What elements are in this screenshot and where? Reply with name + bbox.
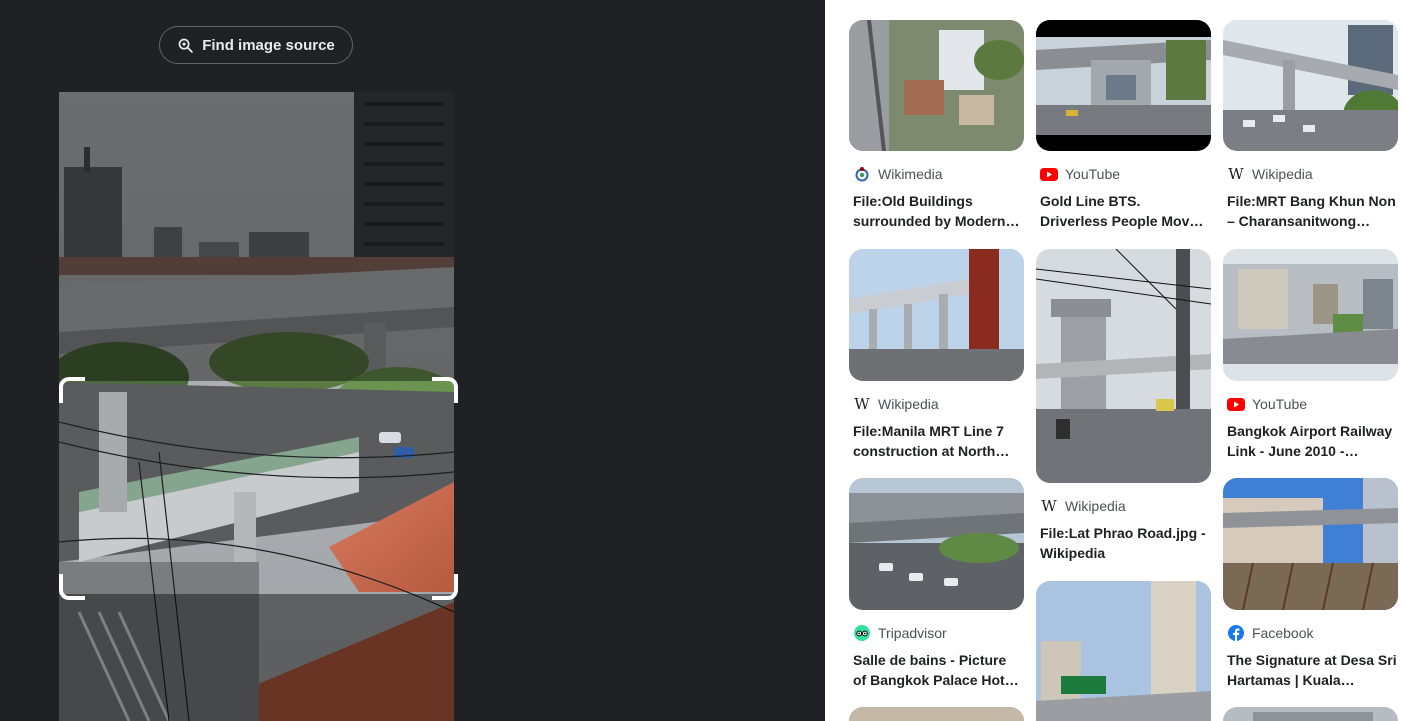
- result-card[interactable]: W Wikipedia File:Manila MRT Line 7 constr…: [849, 249, 1024, 461]
- result-card[interactable]: Wikimedia File:Old Buildings surrounded …: [849, 20, 1024, 231]
- youtube-icon: [1040, 165, 1058, 183]
- result-thumbnail[interactable]: [1223, 707, 1398, 721]
- result-card[interactable]: Tripadvisor Salle de bains - Picture of …: [849, 478, 1024, 690]
- result-card[interactable]: [849, 707, 1024, 721]
- visual-matches-pane: Wikimedia File:Old Buildings surrounded …: [825, 0, 1404, 721]
- wikimedia-icon: [853, 165, 871, 183]
- result-card[interactable]: YouTube Gold Line BTS. Driverless People…: [1036, 20, 1211, 231]
- result-thumbnail[interactable]: [849, 20, 1024, 151]
- dim-overlay-top: [59, 92, 454, 381]
- result-thumbnail[interactable]: [1036, 249, 1211, 483]
- result-card[interactable]: [1036, 581, 1211, 721]
- result-thumbnail[interactable]: [849, 478, 1024, 610]
- result-title[interactable]: File:MRT Bang Khun Non – Charansanitwong…: [1227, 191, 1397, 231]
- dim-overlay-bottom: [59, 594, 454, 721]
- crop-handle-bottom-left[interactable]: [59, 574, 85, 600]
- result-title[interactable]: Bangkok Airport Railway Link - June 2010…: [1227, 421, 1397, 461]
- wikipedia-icon: W: [1228, 165, 1244, 183]
- result-source-label: Tripadvisor: [878, 625, 947, 641]
- result-title[interactable]: File:Lat Phrao Road.jpg - Wikipedia: [1040, 523, 1210, 563]
- result-source-label: Wikipedia: [1065, 498, 1126, 514]
- crop-handle-top-left[interactable]: [59, 377, 85, 403]
- result-source-label: YouTube: [1065, 166, 1121, 182]
- result-thumbnail[interactable]: [849, 707, 1024, 721]
- result-thumbnail[interactable]: [849, 249, 1024, 381]
- result-title[interactable]: File:Old Buildings surrounded by Modern…: [853, 191, 1023, 231]
- image-preview-pane: Find image source: [0, 0, 825, 721]
- result-thumbnail[interactable]: [1036, 20, 1211, 151]
- wikipedia-icon: W: [1041, 497, 1057, 515]
- result-title[interactable]: The Signature at Desa Sri Hartamas | Kua…: [1227, 650, 1397, 690]
- result-source-label: YouTube: [1252, 396, 1308, 412]
- result-thumbnail[interactable]: [1223, 478, 1398, 610]
- result-title[interactable]: File:Manila MRT Line 7 construction at N…: [853, 421, 1023, 461]
- lens-search-icon: [178, 38, 194, 53]
- result-card[interactable]: YouTube Bangkok Airport Railway Link - J…: [1223, 249, 1398, 461]
- result-source-label: Wikimedia: [878, 166, 943, 182]
- result-thumbnail[interactable]: [1223, 249, 1398, 381]
- result-card[interactable]: Facebook The Signature at Desa Sri Harta…: [1223, 478, 1398, 690]
- result-source-label: Facebook: [1252, 625, 1314, 641]
- find-image-source-label: Find image source: [202, 36, 335, 54]
- crop-handle-bottom-right[interactable]: [432, 574, 458, 600]
- result-title[interactable]: Gold Line BTS. Driverless People Mov…: [1040, 191, 1210, 231]
- result-card[interactable]: W Wikipedia File:Lat Phrao Road.jpg - Wik…: [1036, 249, 1211, 563]
- result-thumbnail[interactable]: [1036, 581, 1211, 721]
- result-title[interactable]: Salle de bains - Picture of Bangkok Pala…: [853, 650, 1023, 690]
- crop-handle-top-right[interactable]: [432, 377, 458, 403]
- facebook-icon: [1227, 624, 1245, 642]
- find-image-source-button[interactable]: Find image source: [159, 26, 353, 64]
- result-card[interactable]: [1223, 707, 1398, 721]
- wikipedia-icon: W: [854, 395, 870, 413]
- tripadvisor-icon: [853, 624, 871, 642]
- youtube-icon: [1227, 395, 1245, 413]
- result-source-label: Wikipedia: [1252, 166, 1313, 182]
- result-card[interactable]: W Wikipedia File:MRT Bang Khun Non – Char…: [1223, 20, 1398, 231]
- result-thumbnail[interactable]: [1223, 20, 1398, 151]
- result-source-label: Wikipedia: [878, 396, 939, 412]
